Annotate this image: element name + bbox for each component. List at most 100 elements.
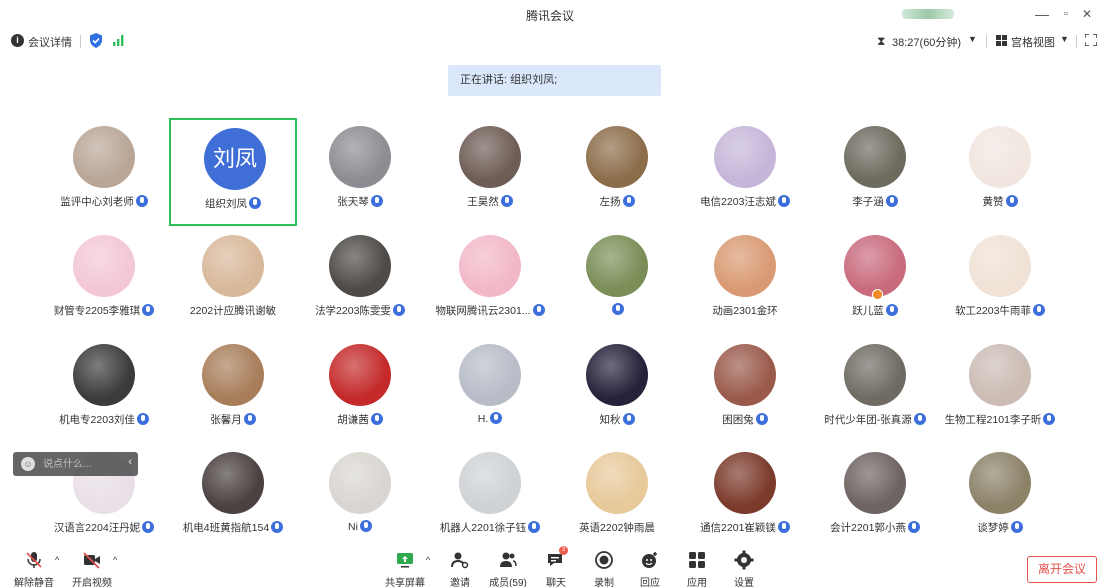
grid-view-icon[interactable] [996, 35, 1007, 46]
participant-tile[interactable]: H. [426, 336, 554, 444]
participant-namebar: 电信2203汪志斌 [681, 194, 809, 209]
participant-tile[interactable]: 动画2301金环 [681, 227, 809, 335]
participant-name: 黄赞 [982, 196, 1004, 208]
mic-status-icon [885, 304, 898, 316]
chat-button[interactable]: 3 聊天 [532, 546, 580, 587]
participant-avatar [202, 452, 264, 514]
participant-name: 胡谦茜 [337, 414, 369, 426]
mic-status-icon [490, 412, 503, 424]
participant-name: 机电4班黄指航154 [182, 522, 270, 534]
network-signal-icon[interactable] [112, 34, 126, 46]
participant-tile[interactable]: 黄赞 [936, 118, 1064, 226]
participant-tile[interactable]: 知秋 [553, 336, 681, 444]
participant-avatar [969, 126, 1031, 188]
participant-avatar [844, 452, 906, 514]
participant-tile[interactable]: 生物工程2101李子昕 [936, 336, 1064, 444]
share-options-chevron-icon[interactable]: ^ [426, 555, 430, 565]
mic-status-icon [142, 304, 155, 316]
participant-avatar [844, 344, 906, 406]
participant-namebar: 王昊然 [426, 194, 554, 209]
chat-unread-badge: 3 [559, 546, 568, 555]
participant-tile[interactable] [553, 227, 681, 335]
settings-button[interactable]: 设置 [720, 548, 768, 587]
participant-tile[interactable]: 2202计应腾讯谢敏 [169, 227, 297, 335]
emoji-icon[interactable]: ☺ [21, 457, 35, 471]
participant-tile[interactable]: 刘凤 组织刘凤 [169, 118, 297, 226]
participant-tile[interactable]: 通信2201崔颖镁 [681, 444, 809, 552]
chat-input[interactable] [43, 454, 123, 474]
restore-button[interactable]: ▫ [1055, 4, 1077, 24]
apps-button[interactable]: 应用 [673, 548, 721, 587]
participant-namebar: 时代少年团-张真源 [811, 412, 939, 427]
mic-muted-icon [26, 552, 42, 568]
participant-tile[interactable]: 物联网腾讯云2301... [426, 227, 554, 335]
account-name-blurred[interactable] [902, 9, 954, 19]
audio-options-chevron-icon[interactable]: ^ [55, 555, 59, 565]
participant-namebar: 谈梦婷 [936, 520, 1064, 535]
participant-tile[interactable]: 李子涵 [811, 118, 939, 226]
unmute-button[interactable]: 解除静音 [10, 548, 58, 587]
timer-dropdown-icon[interactable]: ▼ [968, 34, 977, 44]
participant-name: 跃儿蓝 [852, 305, 884, 317]
participant-tile[interactable]: 困困兔 [681, 336, 809, 444]
participant-tile[interactable]: Ni [296, 444, 424, 552]
participant-avatar [844, 126, 906, 188]
shield-icon[interactable] [89, 33, 103, 48]
mic-status-icon [1043, 413, 1056, 425]
participant-namebar: 机电专2203刘佳 [40, 412, 168, 427]
participant-avatar [329, 344, 391, 406]
participant-tile[interactable]: 英语2202钟雨晨 [553, 444, 681, 552]
record-button[interactable]: 录制 [580, 548, 628, 587]
participant-tile[interactable]: 谈梦婷 [936, 444, 1064, 552]
participant-name: 汉语言2204汪丹妮 [53, 522, 141, 534]
participant-tile[interactable]: 财管专2205李雅琪 [40, 227, 168, 335]
video-options-chevron-icon[interactable]: ^ [113, 555, 117, 565]
participant-tile[interactable]: 王昊然 [426, 118, 554, 226]
minimize-button[interactable]: — [1031, 4, 1053, 24]
participant-tile[interactable]: 法学2203陈雯雯 [296, 227, 424, 335]
participant-tile[interactable]: 跃儿蓝 [811, 227, 939, 335]
close-button[interactable]: ✕ [1076, 4, 1098, 24]
participant-tile[interactable]: 机器人2201徐子钰 [426, 444, 554, 552]
info-icon[interactable]: i [11, 34, 24, 47]
view-dropdown-icon[interactable]: ▼ [1060, 34, 1069, 44]
view-mode-selector[interactable]: 宫格视图 [1011, 34, 1055, 50]
quick-chat-bar[interactable]: ☺ ‹ [13, 452, 138, 476]
invite-button[interactable]: 邀请 [436, 548, 484, 587]
participant-tile[interactable]: 张天琴 [296, 118, 424, 226]
participant-avatar [202, 344, 264, 406]
members-button[interactable]: 成员(59) [484, 548, 532, 587]
participant-name: 张馨月 [210, 414, 242, 426]
meeting-info-link[interactable]: 会议详情 [28, 34, 72, 50]
start-video-button[interactable]: 开启视频 [68, 548, 116, 587]
invite-label: 邀请 [450, 578, 470, 587]
mic-status-icon [271, 521, 284, 533]
participant-name: 电信2203汪志斌 [700, 196, 776, 208]
reaction-button[interactable]: 回应 [626, 548, 674, 587]
participant-tile[interactable]: 左扬 [553, 118, 681, 226]
participant-tile[interactable]: 时代少年团-张真源 [811, 336, 939, 444]
participant-tile[interactable]: 会计2201郭小燕 [811, 444, 939, 552]
chevron-left-icon[interactable]: ‹ [128, 456, 132, 468]
participant-tile[interactable]: 张馨月 [169, 336, 297, 444]
participant-namebar: 困困兔 [681, 412, 809, 427]
participant-namebar: 通信2201崔颖镁 [681, 520, 809, 535]
participant-avatar [586, 344, 648, 406]
participant-tile[interactable]: 监评中心刘老师 [40, 118, 168, 226]
fullscreen-icon[interactable] [1085, 34, 1097, 46]
leave-meeting-button[interactable]: 离开会议 [1027, 556, 1097, 583]
participant-tile[interactable]: 机电4班黄指航154 [169, 444, 297, 552]
participant-avatar [969, 344, 1031, 406]
participant-avatar [844, 235, 906, 297]
participant-tile[interactable]: 软工2203牛雨菲 [936, 227, 1064, 335]
share-screen-label: 共享屏幕 [385, 578, 425, 587]
mic-status-icon [142, 521, 155, 533]
participant-tile[interactable]: 电信2203汪志斌 [681, 118, 809, 226]
meeting-timer[interactable]: 38:27(60分钟) [892, 34, 961, 50]
participant-tile[interactable]: 机电专2203刘佳 [40, 336, 168, 444]
share-screen-button[interactable]: 共享屏幕 [381, 548, 429, 587]
participant-tile[interactable]: 胡谦茜 [296, 336, 424, 444]
participant-namebar: 胡谦茜 [296, 412, 424, 427]
divider [986, 35, 987, 48]
mic-status-icon [622, 195, 635, 207]
